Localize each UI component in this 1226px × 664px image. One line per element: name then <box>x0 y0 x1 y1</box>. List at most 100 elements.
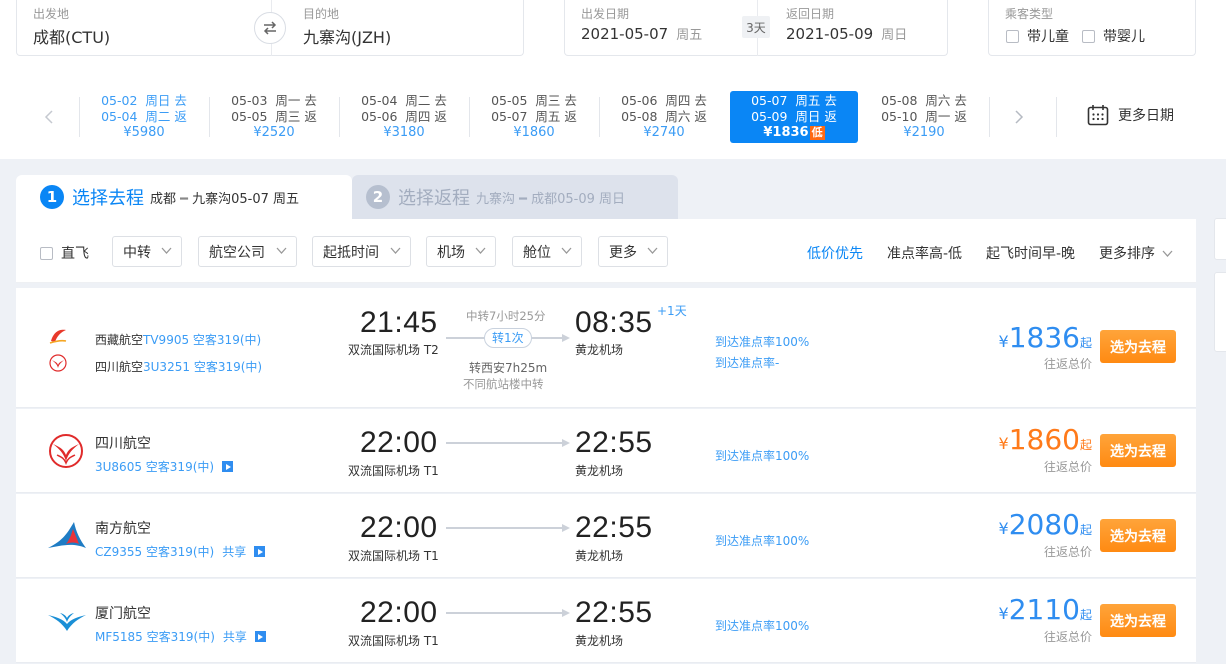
step-number: 2 <box>366 185 390 209</box>
depart-date-input[interactable]: 2021-05-07 周五 <box>581 24 702 43</box>
date-option[interactable]: 05-04 周二 去 05-06 周四 返 ¥3180 <box>340 91 468 143</box>
tab-route: 九寨沟 ━ 成都05-09 周日 <box>476 191 626 207</box>
xiamen-airlines-logo-icon <box>48 613 86 631</box>
prev-dates-button[interactable] <box>34 100 64 134</box>
arrival-time: 22:55 <box>575 426 653 459</box>
route-arrow <box>446 609 570 617</box>
date-option-selected[interactable]: 05-07 周五 去 05-09 周日 返 ¥1836 低 <box>730 91 858 143</box>
airline-name: 南方航空 <box>95 521 151 537</box>
date-option[interactable]: 05-02 周日 去 05-04 周二 返 ¥5980 <box>80 91 208 143</box>
price: ¥2110起 <box>998 593 1092 626</box>
flight-segment-1: 西藏航空TV9905 空客319(中) <box>95 333 262 347</box>
price-note: 往返总价 <box>1043 460 1092 474</box>
play-icon[interactable] <box>222 461 234 472</box>
tab-outbound[interactable]: 1 选择去程 成都 ━ 九寨沟05-07 周五 <box>16 175 352 219</box>
departure-airport: 双流国际机场 T2 <box>348 343 439 357</box>
filter-transfer[interactable]: 中转 <box>112 236 182 267</box>
filter-airline[interactable]: 航空公司 <box>198 236 297 267</box>
flight-number[interactable]: CZ9355 空客319(中) 共享 <box>95 543 266 560</box>
to-city-input[interactable]: 九寨沟(JZH) <box>303 24 391 48</box>
sort-more[interactable]: 更多排序 <box>1099 243 1173 263</box>
chevron-down-icon <box>475 247 486 254</box>
arrival-airport: 黄龙机场 <box>575 464 624 478</box>
from-label: 出发地 <box>33 7 70 21</box>
price: ¥1836起 <box>998 321 1092 354</box>
flight-number[interactable]: MF5185 空客319(中) 共享 <box>95 628 266 645</box>
date-option[interactable]: 05-05 周三 去 05-07 周五 返 ¥1860 <box>470 91 598 143</box>
date-option[interactable]: 05-03 周一 去 05-05 周三 返 ¥2520 <box>210 91 338 143</box>
route-arrow <box>446 439 570 447</box>
flight-row[interactable]: 四川航空 3U8605 空客319(中) 22:00 双流国际机场 T1 22:… <box>16 409 1196 493</box>
chevron-down-icon <box>647 247 658 254</box>
chevron-down-icon <box>561 247 572 254</box>
play-icon[interactable] <box>254 631 266 642</box>
ontime-rate: 到达准点率100% <box>715 619 810 633</box>
filter-bar: 直飞 中转 航空公司 起抵时间 机场 舱位 更多 低价优先 准点率高-低 起飞时… <box>16 219 1196 283</box>
price-note: 往返总价 <box>1043 357 1092 371</box>
chevron-down-icon <box>161 247 172 254</box>
select-outbound-button[interactable]: 选为去程 <box>1100 604 1176 637</box>
ontime-rate: 到达准点率- <box>715 356 780 370</box>
flight-segment-2: 四川航空3U3251 空客319(中) <box>95 360 263 374</box>
select-outbound-button[interactable]: 选为去程 <box>1100 519 1176 552</box>
swap-cities-button[interactable] <box>254 12 286 44</box>
infant-checkbox[interactable]: 带婴儿 <box>1082 26 1145 46</box>
ontime-rate: 到达准点率100% <box>715 534 810 548</box>
arrival-time: 22:55 <box>575 596 653 629</box>
flight-row[interactable]: 南方航空 CZ9355 空客319(中) 共享 22:00 双流国际机场 T1 2… <box>16 494 1196 578</box>
sort-ontime-rate[interactable]: 准点率高-低 <box>887 243 962 263</box>
swap-icon <box>263 21 277 35</box>
to-label: 目的地 <box>303 7 340 21</box>
more-dates-button[interactable]: 更多日期 <box>1087 104 1174 126</box>
transfer-count-badge[interactable]: 转1次 <box>484 328 532 348</box>
departure-time: 22:00 <box>360 426 438 459</box>
divider <box>1056 97 1057 137</box>
from-city-input[interactable]: 成都(CTU) <box>33 24 110 48</box>
next-dates-button[interactable] <box>1004 100 1034 134</box>
lowest-price-badge: 低 <box>809 126 825 140</box>
sort-lowest-price[interactable]: 低价优先 <box>807 243 863 263</box>
sichuan-airlines-logo-icon <box>49 354 67 372</box>
select-outbound-button[interactable]: 选为去程 <box>1100 330 1176 363</box>
filter-times[interactable]: 起抵时间 <box>312 236 411 267</box>
departure-time: 21:45 <box>360 306 438 339</box>
passenger-card: 乘客类型 带儿童 带婴儿 <box>988 0 1196 56</box>
calendar-icon <box>1087 105 1109 126</box>
date-option[interactable]: 05-08 周六 去 05-10 周一 返 ¥2190 <box>860 91 988 143</box>
trip-days-badge: 3天 <box>742 16 770 38</box>
price-note: 往返总价 <box>1043 630 1092 644</box>
chevron-down-icon <box>276 247 287 254</box>
child-checkbox[interactable]: 带儿童 <box>1006 26 1069 46</box>
airline-name: 四川航空 <box>95 436 151 452</box>
chevron-down-icon <box>1162 250 1173 257</box>
price-note: 往返总价 <box>1043 545 1092 559</box>
filter-more[interactable]: 更多 <box>598 236 668 267</box>
next-day-badge: +1天 <box>657 304 687 318</box>
flight-row[interactable]: 厦门航空 MF5185 空客319(中) 共享 22:00 双流国际机场 T1 2… <box>16 579 1196 663</box>
return-date-label: 返回日期 <box>786 7 835 21</box>
arrival-time: 08:35 <box>575 306 653 339</box>
sort-departure-time[interactable]: 起飞时间早-晚 <box>986 243 1075 263</box>
filter-airport[interactable]: 机场 <box>426 236 496 267</box>
filter-cabin[interactable]: 舱位 <box>512 236 582 267</box>
step-number: 1 <box>40 185 64 209</box>
return-date-input[interactable]: 2021-05-09 周日 <box>786 24 907 43</box>
departure-airport: 双流国际机场 T1 <box>348 634 439 648</box>
ontime-rate: 到达准点率100% <box>715 335 810 349</box>
select-outbound-button[interactable]: 选为去程 <box>1100 434 1176 467</box>
tab-title: 选择去程 <box>72 188 144 209</box>
price: ¥1860起 <box>998 423 1092 456</box>
side-float-panel[interactable] <box>1214 272 1226 352</box>
china-southern-logo-icon <box>48 522 86 548</box>
tab-return[interactable]: 2 选择返程 九寨沟 ━ 成都05-09 周日 <box>352 175 678 219</box>
date-option[interactable]: 05-06 周四 去 05-08 周六 返 ¥2740 <box>600 91 728 143</box>
divider <box>989 97 990 137</box>
transfer-note: 不同航站楼中转 <box>463 377 544 391</box>
sichuan-airlines-logo-icon <box>49 434 83 468</box>
direct-only-checkbox[interactable]: 直飞 <box>40 243 89 263</box>
flight-row[interactable]: 西藏航空TV9905 空客319(中) 四川航空3U3251 空客319(中) … <box>16 288 1196 408</box>
side-float-panel[interactable] <box>1214 218 1226 260</box>
arrival-airport: 黄龙机场 <box>575 549 624 563</box>
flight-number[interactable]: 3U8605 空客319(中) <box>95 458 234 475</box>
play-icon[interactable] <box>254 546 266 557</box>
